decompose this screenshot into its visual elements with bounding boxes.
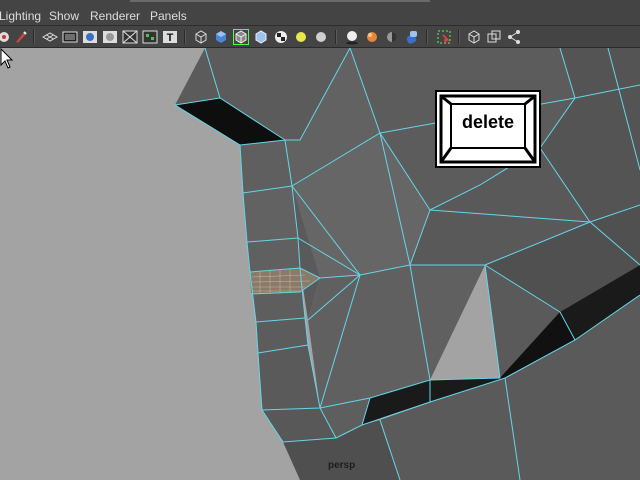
use-default-light-icon[interactable]: [293, 29, 309, 45]
menu-panels[interactable]: Panels: [150, 9, 187, 23]
camera-attributes-icon[interactable]: [0, 29, 12, 45]
gate-mask-icon[interactable]: [102, 29, 118, 45]
svg-text:T: T: [167, 32, 174, 44]
xray-icon[interactable]: [384, 29, 400, 45]
resolution-gate-icon[interactable]: [82, 29, 98, 45]
smooth-shade-icon[interactable]: [213, 29, 229, 45]
mouse-cursor-icon: [0, 48, 14, 69]
shadows-icon[interactable]: [344, 29, 360, 45]
safe-action-icon[interactable]: [142, 29, 158, 45]
menu-top-divider: [130, 0, 430, 2]
delete-key-label: delete: [461, 112, 515, 132]
menu-lighting[interactable]: Lighting: [0, 9, 41, 23]
menu-show[interactable]: Show: [49, 9, 79, 23]
delete-key-overlay: delete: [435, 90, 541, 168]
bounding-box-icon[interactable]: [466, 29, 482, 45]
hierarchy-icon[interactable]: [506, 29, 522, 45]
all-lights-icon[interactable]: [313, 29, 329, 45]
isolate-select-icon[interactable]: [436, 29, 452, 45]
high-quality-icon[interactable]: [364, 29, 380, 45]
default-material-icon[interactable]: [253, 29, 269, 45]
viewport-menu-bar: Lighting Show Renderer Panels: [0, 0, 640, 26]
menu-renderer[interactable]: Renderer: [90, 9, 140, 23]
textured-icon[interactable]: [273, 29, 289, 45]
image-plane-icon[interactable]: [13, 29, 29, 45]
field-chart-icon[interactable]: [122, 29, 138, 45]
xray-joints-icon[interactable]: [404, 29, 420, 45]
safe-title-icon[interactable]: T: [162, 29, 178, 45]
wireframe-icon[interactable]: [193, 29, 209, 45]
viewport-toolbar: T: [0, 26, 640, 48]
polygon-mesh[interactable]: [0, 48, 640, 480]
perspective-viewport[interactable]: delete persp: [0, 48, 640, 480]
camera-label: persp: [328, 460, 356, 471]
two-sided-lighting-icon[interactable]: [486, 29, 502, 45]
wireframe-on-shaded-icon[interactable]: [233, 29, 249, 45]
film-gate-icon[interactable]: [62, 29, 78, 45]
grid-icon[interactable]: [41, 29, 59, 45]
